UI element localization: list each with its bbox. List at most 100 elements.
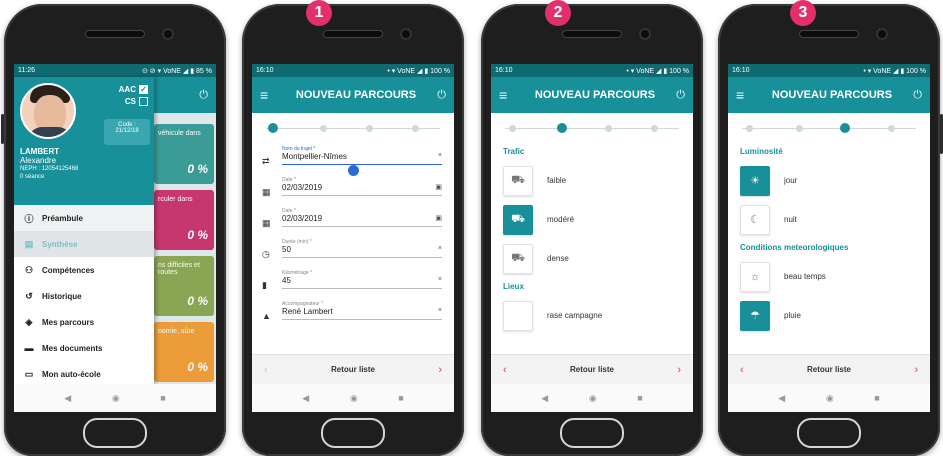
drawer-item-label: Historique	[42, 291, 82, 301]
option-nuit[interactable]: ☾ nuit	[728, 200, 930, 239]
drawer-item[interactable]: ▤ Synthèse	[14, 231, 154, 257]
step-2-active[interactable]	[557, 123, 567, 133]
clear-icon[interactable]: ×	[438, 245, 442, 257]
clear-icon[interactable]: ×	[438, 152, 442, 164]
back-to-list-button[interactable]: Retour liste	[570, 365, 614, 374]
student-info: LAMBERT Alexandre NEPH : 12054125468 0 s…	[20, 147, 78, 181]
step-3[interactable]	[366, 125, 373, 132]
app-title: NOUVEAU PARCOURS	[534, 89, 656, 101]
home-button[interactable]	[83, 418, 147, 448]
drawer-item[interactable]: ⚇ Compétences	[14, 257, 154, 283]
field-value: 50	[282, 245, 291, 254]
drawer-item[interactable]: ◈ Mes parcours	[14, 309, 154, 335]
home-nav-icon[interactable]: ◉	[112, 393, 120, 404]
drawer-item[interactable]: ▬ Mes documents	[14, 335, 154, 361]
next-arrow-icon[interactable]: ›	[677, 364, 681, 376]
clear-icon[interactable]: ×	[438, 276, 442, 288]
field-input[interactable]: 50 ×	[282, 245, 442, 258]
compass-icon: ◈	[25, 316, 33, 327]
home-nav-icon[interactable]: ◉	[350, 393, 358, 404]
drawer-item[interactable]: ↺ Historique	[14, 283, 154, 309]
step-3[interactable]	[605, 125, 612, 132]
recents-nav-icon[interactable]: ■	[637, 393, 642, 403]
field-input[interactable]: 02/03/2019 ▣	[282, 183, 442, 196]
next-arrow-icon[interactable]: ›	[438, 364, 442, 376]
background-card-text: rculer dans	[158, 196, 193, 203]
option-pluie[interactable]: ☂ pluie	[728, 296, 930, 335]
form-field[interactable]: ◷ Durée (min) * 50 ×	[252, 236, 454, 267]
selected-option-icon[interactable]: ☀	[740, 165, 770, 196]
back-nav-icon[interactable]: ◀	[541, 393, 548, 404]
folder-icon: ▬	[24, 343, 34, 353]
home-button[interactable]	[560, 418, 624, 448]
step-4[interactable]	[412, 125, 419, 132]
step-1[interactable]	[746, 125, 753, 132]
form-field[interactable]: ▦ Date * 02/03/2019 ▣	[252, 205, 454, 236]
option-icon[interactable]	[503, 300, 533, 331]
unchecked-icon[interactable]	[139, 97, 148, 106]
menu-icon[interactable]: ≡	[736, 87, 758, 103]
option-beau-temps[interactable]: ☼ beau temps	[728, 257, 930, 296]
power-icon[interactable]: ⏻	[906, 89, 922, 102]
power-icon[interactable]: ⏻	[199, 89, 208, 102]
step-2[interactable]	[796, 125, 803, 132]
menu-icon[interactable]: ≡	[499, 87, 521, 103]
form-field[interactable]: ▮ Kilométrage * 45 ×	[252, 267, 454, 298]
home-nav-icon[interactable]: ◉	[826, 393, 834, 404]
calendar-picker-icon[interactable]: ▣	[435, 183, 442, 195]
home-nav-icon[interactable]: ◉	[589, 393, 597, 404]
calendar-picker-icon[interactable]: ▣	[435, 214, 442, 226]
option-icon[interactable]: ☾	[740, 204, 770, 235]
prev-arrow-icon[interactable]: ‹	[503, 364, 507, 376]
form-field[interactable]: ⇄ Nom du trajet * Montpellier-Nîmes ×	[252, 143, 454, 176]
recents-nav-icon[interactable]: ■	[160, 393, 165, 403]
back-to-list-button[interactable]: Retour liste	[331, 365, 375, 374]
prev-arrow-icon[interactable]: ‹	[264, 364, 268, 376]
step-3-active[interactable]	[840, 123, 850, 133]
step-4[interactable]	[888, 125, 895, 132]
option-jour[interactable]: ☀ jour	[728, 161, 930, 200]
background-card-text: ns difficiles et routes	[158, 262, 200, 276]
option-modéré[interactable]: ⛟ modéré	[491, 200, 693, 239]
step-1[interactable]	[509, 125, 516, 132]
option-icon[interactable]: ⛟	[503, 165, 533, 196]
selected-option-icon[interactable]: ⛟	[503, 204, 533, 235]
field-input[interactable]: 02/03/2019 ▣	[282, 214, 442, 227]
form-field[interactable]: ▦ Date * 02/03/2019 ▣	[252, 174, 454, 205]
home-button[interactable]	[321, 418, 385, 448]
option-icon[interactable]: ⛟	[503, 243, 533, 274]
field-input[interactable]: Montpellier-Nîmes ×	[282, 152, 442, 165]
fuel-icon: ▮	[262, 280, 267, 290]
back-to-list-button[interactable]: Retour liste	[807, 365, 851, 374]
back-nav-icon[interactable]: ◀	[302, 393, 309, 404]
step-2[interactable]	[320, 125, 327, 132]
option-faible[interactable]: ⛟ faible	[491, 161, 693, 200]
step-1-active[interactable]	[268, 123, 278, 133]
option-icon[interactable]: ☼	[740, 261, 770, 292]
option-dense[interactable]: ⛟ dense	[491, 239, 693, 278]
recents-nav-icon[interactable]: ■	[874, 393, 879, 403]
checkbox-aac[interactable]: AAC ✓	[119, 85, 148, 94]
back-nav-icon[interactable]: ◀	[64, 393, 71, 404]
option-rase-campagne[interactable]: rase campagne	[491, 296, 693, 335]
selected-option-icon[interactable]: ☂	[740, 300, 770, 331]
back-nav-icon[interactable]: ◀	[778, 393, 785, 404]
step-4[interactable]	[651, 125, 658, 132]
field-input[interactable]: René Lambert ×	[282, 307, 442, 320]
field-input[interactable]: 45 ×	[282, 276, 442, 289]
menu-icon[interactable]: ≡	[260, 87, 282, 103]
checked-icon[interactable]: ✓	[139, 85, 148, 94]
clear-icon[interactable]: ×	[438, 307, 442, 319]
next-arrow-icon[interactable]: ›	[914, 364, 918, 376]
field-label: Nom du trajet *	[282, 146, 316, 152]
drawer-item[interactable]: ⓘ Préambule	[14, 205, 154, 231]
recents-nav-icon[interactable]: ■	[398, 393, 403, 403]
power-icon[interactable]: ⏻	[669, 89, 685, 102]
home-button[interactable]	[797, 418, 861, 448]
avatar	[20, 83, 76, 139]
power-icon[interactable]: ⏻	[430, 89, 446, 102]
phone-2: 1 16:10 • ▾ VoNE ◢ ▮ 100 % ≡ NOUVEAU PAR…	[242, 0, 464, 456]
prev-arrow-icon[interactable]: ‹	[740, 364, 744, 376]
checkbox-cs[interactable]: CS	[125, 97, 148, 106]
form-field[interactable]: ▲ Accompagnateur * René Lambert ×	[252, 298, 454, 329]
